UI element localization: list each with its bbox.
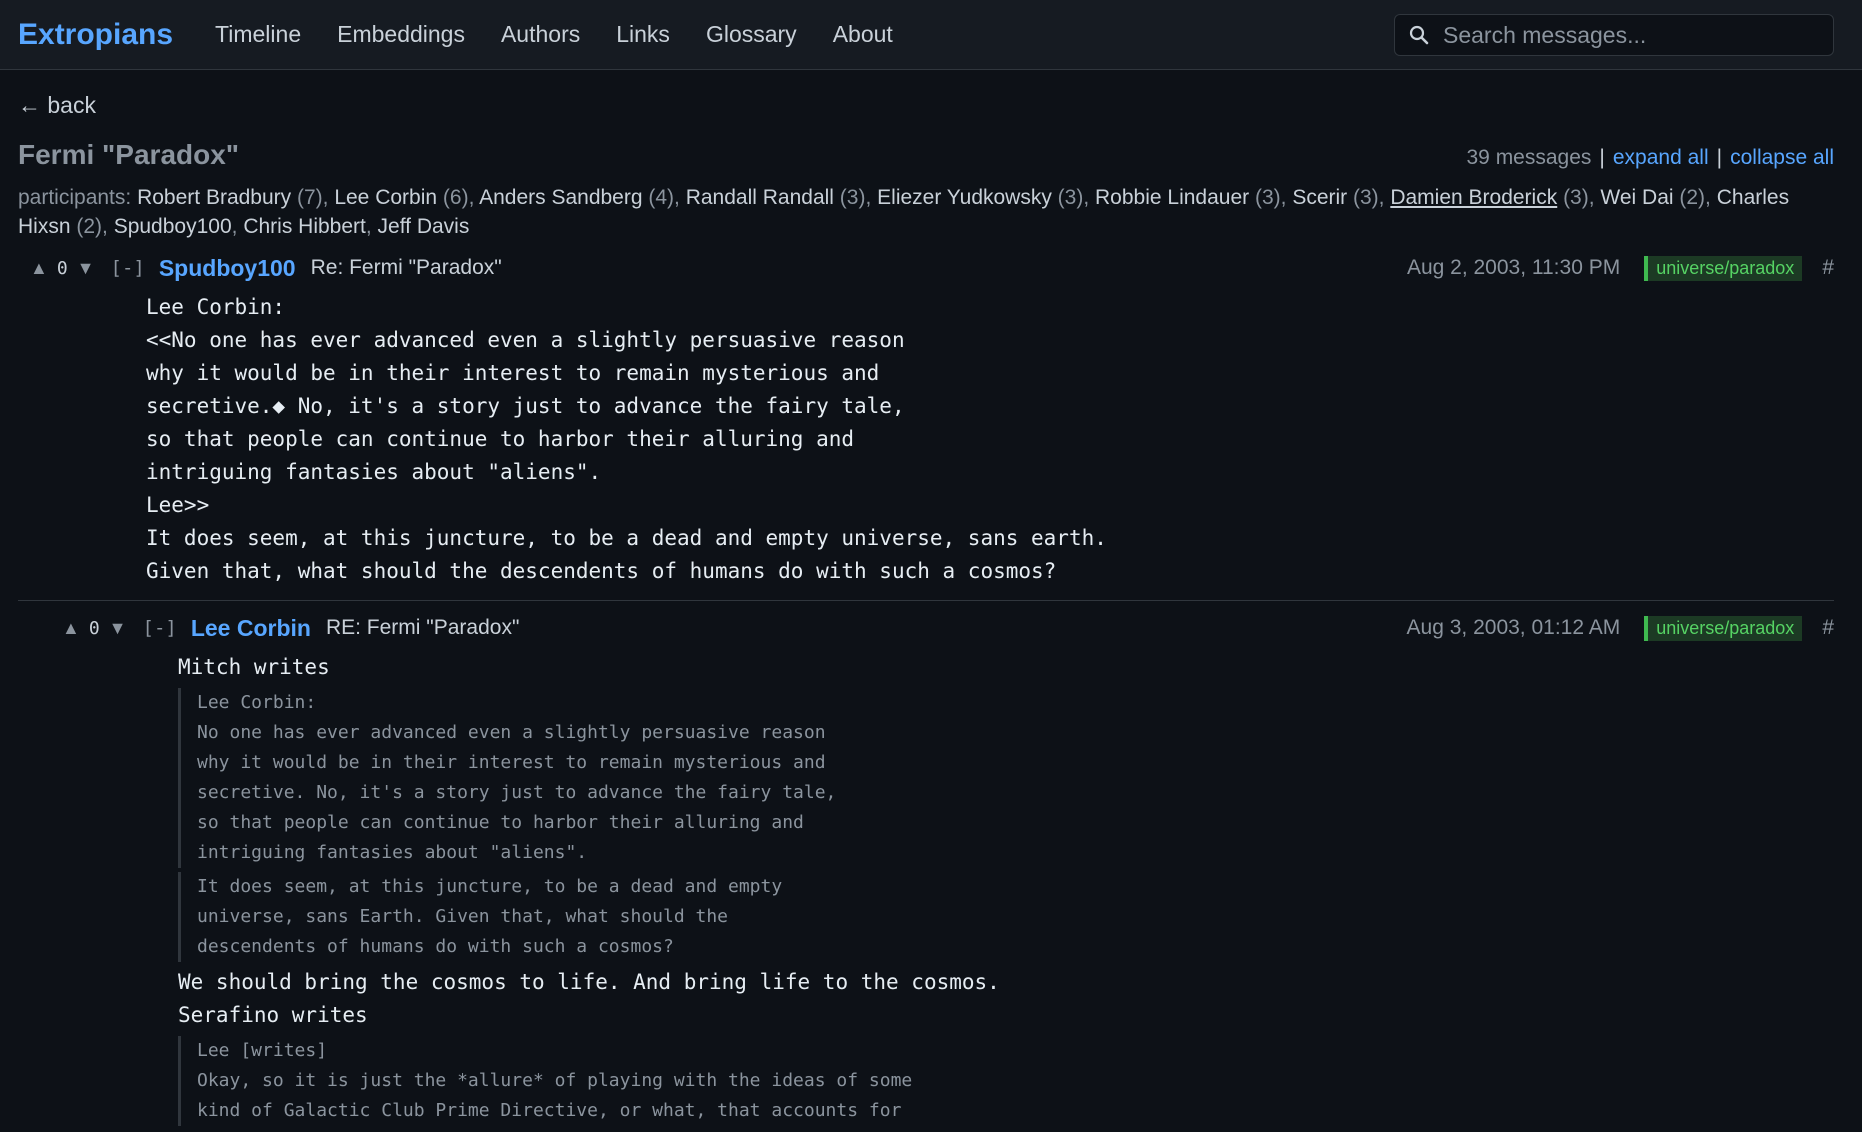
participant-count: (3)	[1249, 186, 1281, 209]
participant-name[interactable]: Robbie Lindauer	[1095, 186, 1249, 209]
participant-count: (3)	[1051, 186, 1084, 209]
participant-name[interactable]: Damien Broderick	[1390, 186, 1557, 209]
upvote-icon[interactable]: ▲	[30, 258, 48, 279]
main-nav: Timeline Embeddings Authors Links Glossa…	[197, 21, 911, 48]
message-text: Mitch writes	[178, 655, 330, 679]
vote-controls: ▲ 0 ▼	[30, 258, 95, 279]
quoted-text: Lee [writes] Okay, so it is just the *al…	[178, 1036, 1834, 1126]
message-text: Serafino writes	[178, 1003, 368, 1027]
nav-item-timeline[interactable]: Timeline	[197, 21, 319, 48]
message-body: Lee Corbin: <<No one has ever advanced e…	[146, 295, 1107, 583]
thread-content: ← back Fermi "Paradox" 39 messages | expan…	[0, 70, 1862, 1126]
participants-label: participants:	[18, 186, 132, 209]
upvote-icon[interactable]: ▲	[62, 618, 80, 639]
permalink-anchor[interactable]: #	[1822, 616, 1834, 640]
participant-name[interactable]: Wei Dai	[1600, 186, 1673, 209]
separator: |	[1716, 146, 1723, 169]
nav-item-glossary[interactable]: Glossary	[688, 21, 815, 48]
participant-count: (2)	[1673, 186, 1706, 209]
participant-name[interactable]: Randall Randall	[686, 186, 834, 209]
participant-name[interactable]: Robert Bradbury	[137, 186, 291, 209]
message-text: We should bring the cosmos to life. And …	[178, 970, 1000, 994]
collapse-all-link[interactable]: collapse all	[1730, 146, 1834, 169]
message-subject: RE: Fermi "Paradox"	[325, 616, 520, 639]
participant-count: (3)	[833, 186, 866, 209]
separator: |	[1599, 146, 1605, 169]
search-icon	[1407, 23, 1431, 47]
nav-item-about[interactable]: About	[815, 21, 911, 48]
collapse-toggle[interactable]: [-]	[143, 617, 177, 639]
participant-count: (7)	[291, 186, 323, 209]
participant-name[interactable]: Chris Hibbert	[243, 215, 366, 238]
message-body: Mitch writes Lee Corbin: No one has ever…	[178, 651, 1834, 1126]
back-link[interactable]: ← back	[18, 92, 96, 119]
participant-count: (2)	[70, 215, 103, 238]
message-meta: Aug 2, 2003, 11:30 PM universe/paradox #	[1406, 255, 1834, 281]
participant-count: (3)	[1347, 186, 1379, 209]
message-subject: Re: Fermi "Paradox"	[310, 256, 502, 279]
page-title: Fermi "Paradox"	[18, 139, 240, 170]
topic-tag[interactable]: universe/paradox	[1644, 255, 1803, 281]
quoted-text: Lee Corbin: No one has ever advanced eve…	[178, 688, 1834, 868]
participant-name[interactable]: Lee Corbin	[334, 186, 437, 209]
search-input[interactable]	[1441, 20, 1821, 50]
participant-name[interactable]: Jeff Davis	[378, 215, 470, 238]
vote-count: 0	[56, 257, 68, 279]
message-date: Aug 3, 2003, 01:12 AM	[1406, 616, 1621, 639]
message-count: 39 messages	[1466, 146, 1592, 169]
top-navigation-bar: Extropians Timeline Embeddings Authors L…	[0, 0, 1862, 70]
thread-meta: 39 messages | expand all | collapse all	[1467, 146, 1835, 170]
participants-list: participants: Robert Bradbury (7), Lee C…	[18, 186, 1790, 238]
message-header: ▲ 0 ▼ [-] Lee Corbin RE: Fermi "Paradox"…	[18, 611, 1834, 645]
topic-tag[interactable]: universe/paradox	[1644, 615, 1803, 641]
vote-controls: ▲ 0 ▼	[62, 618, 127, 639]
nav-item-links[interactable]: Links	[598, 21, 688, 48]
participant-name[interactable]: Scerir	[1292, 186, 1347, 209]
quoted-text: It does seem, at this juncture, to be a …	[178, 872, 1834, 962]
downvote-icon[interactable]: ▼	[109, 618, 127, 639]
thread-title-row: Fermi "Paradox" 39 messages | expand all | c…	[18, 139, 1834, 171]
message-divider	[18, 600, 1834, 601]
participant-name[interactable]: Spudboy100	[114, 215, 232, 238]
participant-count: (6)	[437, 186, 469, 209]
collapse-toggle[interactable]: [-]	[111, 257, 145, 279]
message-author[interactable]: Spudboy100	[159, 255, 296, 282]
participant-count: (4)	[642, 186, 675, 209]
search-box[interactable]	[1394, 14, 1834, 56]
participant-count: (3)	[1557, 186, 1589, 209]
message-date: Aug 2, 2003, 11:30 PM	[1406, 256, 1621, 279]
expand-all-link[interactable]: expand all	[1613, 146, 1709, 169]
message-author[interactable]: Lee Corbin	[191, 615, 311, 642]
permalink-anchor[interactable]: #	[1822, 256, 1834, 280]
message-header: ▲ 0 ▼ [-] Spudboy100 Re: Fermi "Paradox"…	[18, 251, 1834, 285]
brand-logo[interactable]: Extropians	[18, 18, 173, 52]
nav-item-authors[interactable]: Authors	[483, 21, 598, 48]
participant-name[interactable]: Anders Sandberg	[479, 186, 642, 209]
message-item: ▲ 0 ▼ [-] Spudboy100 Re: Fermi "Paradox"…	[18, 251, 1834, 588]
message-meta: Aug 3, 2003, 01:12 AM universe/paradox #	[1406, 615, 1834, 641]
vote-count: 0	[88, 617, 100, 639]
message-item: ▲ 0 ▼ [-] Lee Corbin RE: Fermi "Paradox"…	[18, 611, 1834, 1126]
downvote-icon[interactable]: ▼	[77, 258, 95, 279]
participant-name[interactable]: Eliezer Yudkowsky	[877, 186, 1052, 209]
nav-item-embeddings[interactable]: Embeddings	[319, 21, 483, 48]
